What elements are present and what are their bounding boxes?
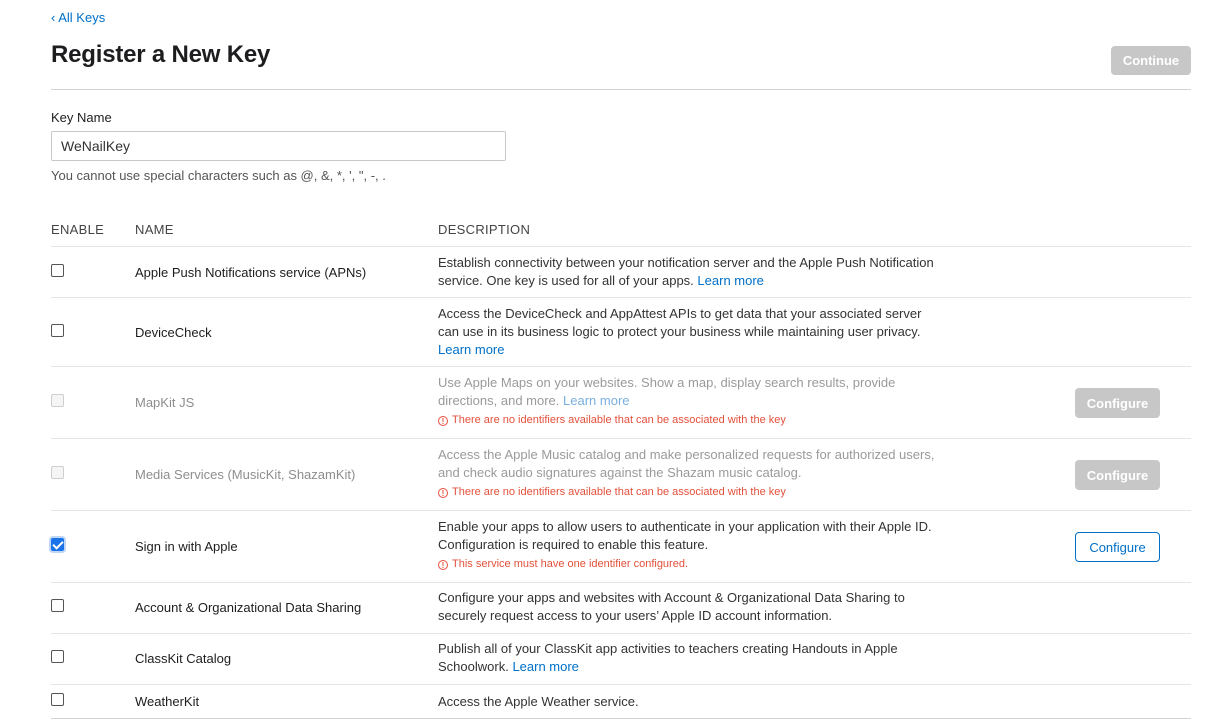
service-name: DeviceCheck [135,325,212,340]
configure-button-media-services[interactable]: Configure [1075,460,1160,490]
service-row-devicecheck: DeviceCheck Access the DeviceCheck and A… [51,297,1191,366]
description-text: Access the Apple Music catalog and make … [438,447,935,480]
service-name: Account & Organizational Data Sharing [135,600,362,615]
description-text: Establish connectivity between your noti… [438,255,934,288]
description-text: Use Apple Maps on your websites. Show a … [438,375,896,408]
service-description: Access the DeviceCheck and AppAttest API… [438,305,943,359]
back-link-label: All Keys [58,10,106,25]
checkbox-box[interactable] [51,693,64,706]
key-name-hint: You cannot use special characters such a… [51,168,386,183]
checkbox-box[interactable] [51,264,64,277]
description-text: Enable your apps to allow users to authe… [438,519,932,552]
enable-checkbox-apns[interactable] [51,264,65,278]
service-row-media-services: Media Services (MusicKit, ShazamKit) Acc… [51,438,1191,510]
service-description: Access the Apple Music catalog and make … [438,446,943,501]
service-name: Sign in with Apple [135,539,238,554]
configure-button-mapkit-js[interactable]: Configure [1075,388,1160,418]
learn-more-link[interactable]: Learn more [512,659,578,674]
checkbox-box[interactable] [51,324,64,337]
enable-checkbox-classkit-catalog[interactable] [51,650,65,664]
service-row-apns: Apple Push Notifications service (APNs) … [51,246,1191,297]
service-row-account-data-sharing: Account & Organizational Data Sharing Co… [51,582,1191,633]
service-description: Configure your apps and websites with Ac… [438,589,948,625]
checkbox-box[interactable] [51,650,64,663]
enable-checkbox-weatherkit[interactable] [51,693,65,707]
enable-checkbox-mapkit-js [51,394,65,408]
checkbox-box [51,466,64,479]
service-row-classkit-catalog: ClassKit Catalog Publish all of your Cla… [51,633,1191,684]
learn-more-link[interactable]: Learn more [563,393,629,408]
service-row-mapkit-js: MapKit JS Use Apple Maps on your website… [51,366,1191,438]
column-header-description: DESCRIPTION [438,222,531,237]
service-name: Media Services (MusicKit, ShazamKit) [135,467,356,482]
checkbox-box [51,394,64,407]
service-description: Access the Apple Weather service. [438,693,943,711]
service-row-weatherkit: WeatherKit Access the Apple Weather serv… [51,684,1191,718]
service-name: MapKit JS [135,395,195,410]
column-header-enable: ENABLE [51,222,105,237]
enable-checkbox-account-data-sharing[interactable] [51,599,65,613]
configure-button-sign-in-with-apple[interactable]: Configure [1075,532,1160,562]
service-name: Apple Push Notifications service (APNs) [135,265,367,280]
description-text: Configure your apps and websites with Ac… [438,590,905,623]
service-description: Establish connectivity between your noti… [438,254,943,290]
service-warning: ! There are no identifiers available that… [438,411,943,429]
description-text: Access the Apple Weather service. [438,694,639,709]
service-name: ClassKit Catalog [135,651,232,666]
service-description: Use Apple Maps on your websites. Show a … [438,374,943,429]
page-title: Register a New Key [51,41,271,68]
description-text: Access the DeviceCheck and AppAttest API… [438,306,922,339]
warning-text: There are no identifiers available that … [452,414,786,426]
key-name-label: Key Name [51,110,112,125]
chevron-left-icon: ‹ [51,10,56,25]
key-name-input[interactable] [51,131,506,161]
warning-text: There are no identifiers available that … [452,486,786,498]
column-header-name: NAME [135,222,174,237]
services-table: Apple Push Notifications service (APNs) … [51,246,1191,718]
enable-checkbox-devicecheck[interactable] [51,324,65,338]
service-name: WeatherKit [135,694,200,709]
warning-icon: ! [438,560,448,570]
learn-more-link[interactable]: Learn more [697,273,763,288]
enable-checkbox-media-services [51,466,65,480]
service-row-sign-in-with-apple: Sign in with Apple Enable your apps to a… [51,510,1191,582]
table-bottom-divider [51,718,1191,719]
learn-more-link[interactable]: Learn more [438,342,504,357]
back-link-all-keys[interactable]: ‹ All Keys [51,10,105,25]
warning-text: This service must have one identifier co… [452,558,689,570]
continue-button[interactable]: Continue [1111,46,1191,75]
warning-icon: ! [438,416,448,426]
service-warning: ! There are no identifiers available that… [438,483,943,501]
service-description: Publish all of your ClassKit app activit… [438,640,943,676]
checkbox-box[interactable] [51,599,64,612]
enable-checkbox-sign-in-with-apple[interactable] [51,538,65,552]
service-warning: ! This service must have one identifier c… [438,555,943,573]
description-text: Publish all of your ClassKit app activit… [438,641,898,674]
warning-icon: ! [438,488,448,498]
header-divider [51,89,1191,90]
service-description: Enable your apps to allow users to authe… [438,518,943,573]
checkbox-box[interactable] [51,538,64,551]
